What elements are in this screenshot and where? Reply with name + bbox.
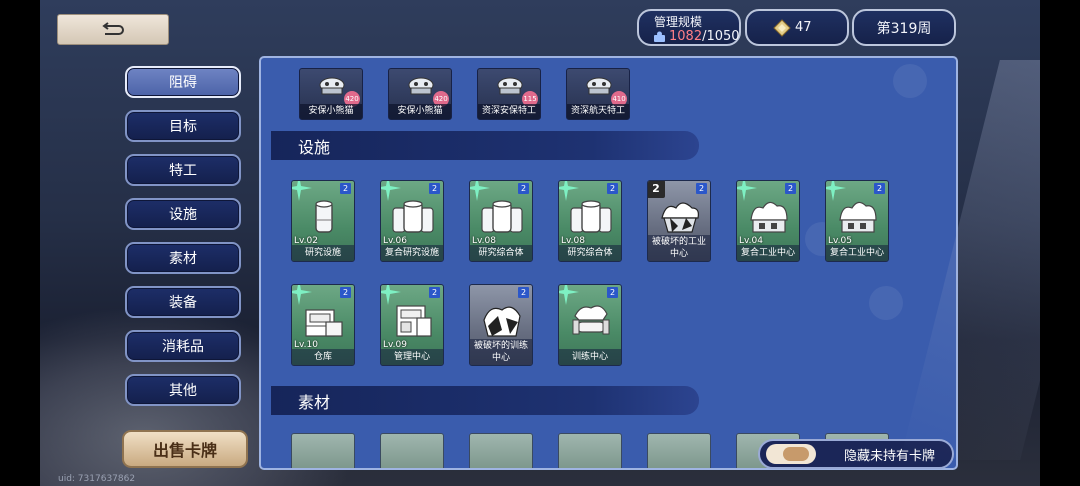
obstacle-card-row: 420 安保小熊猫 420 安保小熊猫 115 资深安保特工 410 资深航天特工 [261,68,956,120]
card-number-badge: 2 [518,183,529,194]
toggle-knob [783,447,809,461]
card-list-panel[interactable]: 420 安保小熊猫 420 安保小熊猫 115 资深安保特工 410 资深航天特工 设施 2L… [259,56,958,470]
sidebar-item-target[interactable]: 目标 [125,110,241,142]
facility-card[interactable]: 2 Lv.08 研究综合体 [558,180,622,262]
material-card[interactable] [558,433,622,468]
research-facility-icon [315,200,333,233]
uid-label: uid: 7317637862 [58,474,136,484]
facility-card[interactable]: 2 Lv.08 研究综合体 [469,180,533,262]
facility-card[interactable]: 2 Lv.06 复合研究设施 [380,180,444,262]
training-icon [572,305,610,335]
facility-card[interactable]: 2 Lv.05 复合工业中心 [825,180,889,262]
sidebar-item-consumable[interactable]: 消耗品 [125,330,241,362]
warehouse-icon [305,309,343,337]
obstacle-name: 安保小熊猫 [389,104,451,119]
obstacle-card[interactable]: 410 资深航天特工 [566,68,630,120]
card-number-badge: 2 [696,183,707,194]
card-name: 研究综合体 [470,245,532,261]
research-complex-icon [481,200,523,233]
facility-card[interactable]: 2 2 被破坏的工业中心 [647,180,711,262]
obstacle-card[interactable]: 420 安保小熊猫 [388,68,452,120]
card-number-badge: 2 [607,183,618,194]
people-icon [654,31,665,42]
material-card[interactable] [469,433,533,468]
facility-card[interactable]: 2 被破坏的训练中心 [469,284,533,366]
facility-card[interactable]: 2 Lv.09 管理中心 [380,284,444,366]
card-name: 仓库 [292,349,354,365]
back-arrow-icon [102,21,124,35]
card-number-badge: 2 [340,183,351,194]
facility-card[interactable]: 2 训练中心 [558,284,622,366]
hide-unowned-toggle[interactable]: 隐藏未持有卡牌 [758,439,954,469]
category-sidebar: 阻碍 目标 特工 设施 素材 装备 消耗品 其他 [125,66,241,418]
obstacle-name: 资深航天特工 [567,104,629,119]
facility-card[interactable]: 2 Lv.04 复合工业中心 [736,180,800,262]
gem-icon [773,18,791,37]
destroyed-training-icon [483,306,521,337]
research-complex-icon [392,200,434,233]
week-label: 第319周 [876,20,932,37]
toggle-switch[interactable] [766,444,816,464]
scale-label: 管理规模 [654,15,703,29]
material-card[interactable] [380,433,444,468]
scale-max: 1050 [706,29,740,44]
card-number-badge: 2 [785,183,796,194]
obstacle-name: 资深安保特工 [478,104,540,119]
card-number-badge: 2 [874,183,885,194]
section-header-materials: 素材 [271,386,699,415]
sidebar-item-facility[interactable]: 设施 [125,198,241,230]
card-number-badge: 2 [429,183,440,194]
scale-current: 1082 [669,29,703,44]
section-header-facilities: 设施 [271,131,699,160]
research-complex-icon [570,200,612,233]
management-scale: 管理规模 1082 / 1050 [637,9,741,46]
week-counter: 第319周 [852,9,956,46]
card-number-badge: 2 [607,287,618,298]
facility-card[interactable]: 2 Lv.02 研究设施 [291,180,355,262]
sidebar-item-agent[interactable]: 特工 [125,154,241,186]
toggle-label: 隐藏未持有卡牌 [844,448,936,464]
card-number-badge: 2 [340,287,351,298]
material-card[interactable] [647,433,711,468]
app-screen: 管理规模 1082 / 1050 47 第319周 阻碍 目标 特工 设施 素材… [40,0,1040,486]
sidebar-item-material[interactable]: 素材 [125,242,241,274]
card-name: 被破坏的训练中心 [470,339,532,365]
facility-card[interactable]: 2 Lv.10 仓库 [291,284,355,366]
destroyed-factory-icon [661,202,699,233]
factory-icon [839,201,877,233]
card-name: 训练中心 [559,349,621,365]
card-name: 复合工业中心 [826,245,888,261]
card-number-badge: 2 [429,287,440,298]
card-count-badge: 2 [648,181,665,198]
obstacle-card[interactable]: 420 安保小熊猫 [299,68,363,120]
sidebar-item-obstacle[interactable]: 阻碍 [125,66,241,98]
gem-count: 47 [795,20,812,35]
card-name: 研究综合体 [559,245,621,261]
obstacle-name: 安保小熊猫 [300,104,362,119]
management-icon [396,305,432,337]
card-name: 管理中心 [381,349,443,365]
obstacle-card[interactable]: 115 资深安保特工 [477,68,541,120]
factory-icon [750,201,788,233]
back-button[interactable] [57,14,169,45]
sidebar-item-equipment[interactable]: 装备 [125,286,241,318]
card-name: 复合研究设施 [381,245,443,261]
card-number-badge: 2 [518,287,529,298]
sell-cards-button[interactable]: 出售卡牌 [122,430,248,468]
material-card[interactable] [291,433,355,468]
gem-counter[interactable]: 47 [745,9,849,46]
card-name: 被破坏的工业中心 [648,235,710,261]
sidebar-item-other[interactable]: 其他 [125,374,241,406]
card-name: 研究设施 [292,245,354,261]
card-name: 复合工业中心 [737,245,799,261]
paw-decoration [869,286,903,320]
